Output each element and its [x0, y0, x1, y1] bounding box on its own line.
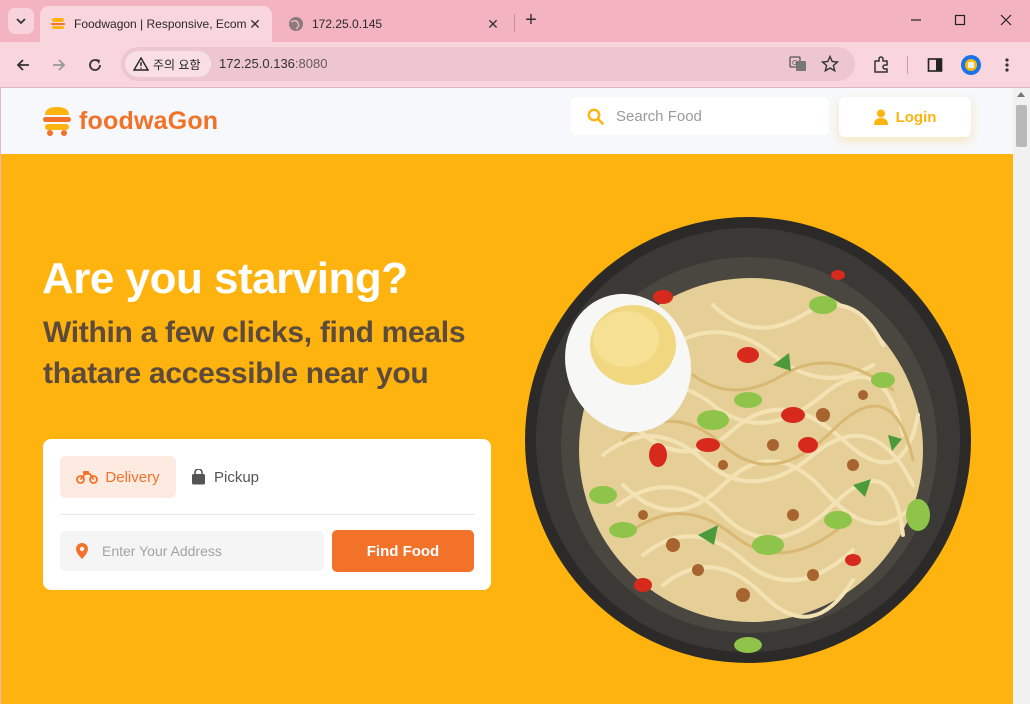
translate-button[interactable]: G	[789, 55, 807, 73]
food-search-box[interactable]	[571, 97, 829, 135]
delivery-tab-label: Delivery	[105, 468, 160, 486]
hero-title: Are you starving?	[42, 254, 408, 303]
maximize-button[interactable]	[946, 8, 974, 32]
browser-toolbar: 주의 요함 172.25.0.136:8080 G	[0, 42, 1030, 88]
new-tab-button[interactable]: +	[520, 10, 542, 32]
back-button[interactable]	[11, 53, 35, 77]
site-header: foodwaGon Login	[1, 88, 1013, 154]
chevron-down-icon	[16, 18, 26, 25]
login-button[interactable]: Login	[839, 97, 971, 137]
brand-logo[interactable]: foodwaGon	[42, 105, 218, 137]
shopping-bag-icon	[192, 469, 205, 485]
close-window-button[interactable]	[992, 8, 1020, 32]
address-input[interactable]	[102, 543, 312, 559]
url-host: 172.25.0.136	[219, 56, 295, 71]
minimize-icon	[911, 19, 921, 21]
hero-subtitle: Within a few clicks, find meals thatare …	[43, 316, 466, 390]
food-finder-card: Delivery Pickup Find Food	[43, 439, 491, 590]
scroll-thumb[interactable]	[1016, 105, 1027, 147]
reload-button[interactable]	[83, 53, 107, 77]
user-icon	[873, 109, 888, 125]
star-icon	[821, 55, 839, 73]
search-food-input[interactable]	[616, 107, 816, 125]
browser-menu-button[interactable]	[995, 53, 1019, 77]
address-field[interactable]	[60, 531, 324, 571]
foodwagon-favicon-icon	[51, 18, 65, 29]
security-warning-chip[interactable]: 주의 요함	[125, 51, 211, 77]
pickup-tab[interactable]: Pickup	[191, 456, 291, 498]
puzzle-icon	[874, 56, 888, 73]
page-viewport: foodwaGon Login Are you starving? Within…	[1, 88, 1013, 704]
avatar-icon	[961, 55, 981, 75]
address-bar[interactable]: 주의 요함 172.25.0.136:8080 G	[121, 47, 855, 81]
finder-divider	[60, 514, 474, 515]
brand-name: foodwaGon	[79, 106, 219, 135]
close-tab-icon[interactable]: ✕	[484, 15, 502, 33]
url-text[interactable]: 172.25.0.136:8080	[219, 56, 327, 71]
delivery-tab[interactable]: Delivery	[60, 456, 176, 498]
tab-search-button[interactable]	[8, 8, 34, 34]
warning-triangle-icon	[133, 57, 149, 71]
pickup-tab-label: Pickup	[214, 468, 260, 486]
url-port: :8080	[294, 56, 328, 71]
find-food-button[interactable]: Find Food	[332, 530, 474, 572]
noodle-bowl-illustration	[525, 217, 971, 663]
maximize-icon	[954, 14, 966, 26]
more-vertical-icon	[1005, 58, 1009, 72]
translate-icon: G	[789, 56, 806, 71]
location-pin-icon	[76, 543, 88, 559]
browser-tab-ip[interactable]: 172.25.0.145 ✕	[280, 6, 510, 42]
tab-separator	[514, 14, 515, 32]
side-panel-icon	[927, 58, 943, 72]
arrow-right-icon	[53, 59, 66, 71]
extensions-button[interactable]	[869, 53, 893, 77]
toolbar-separator	[907, 56, 908, 74]
search-icon	[587, 108, 604, 125]
profile-button[interactable]	[959, 53, 983, 77]
scroll-up-arrow-icon[interactable]	[1017, 92, 1025, 97]
minimize-button[interactable]	[902, 8, 930, 32]
security-warning-label: 주의 요함	[153, 57, 201, 72]
arrow-left-icon	[16, 59, 29, 71]
close-tab-icon[interactable]: ✕	[246, 15, 264, 33]
noodle-bowl-image	[523, 215, 973, 665]
globe-icon	[289, 17, 303, 31]
browser-tab-foodwagon[interactable]: Foodwagon | Responsive, Ecom ✕	[40, 6, 272, 42]
food-wagon-logo-icon	[43, 107, 71, 136]
page-scrollbar[interactable]	[1013, 88, 1030, 704]
close-icon	[1000, 14, 1012, 26]
forward-button[interactable]	[47, 53, 71, 77]
reload-icon	[89, 59, 101, 71]
tab-title: 172.25.0.145	[312, 17, 383, 31]
bookmark-button[interactable]	[821, 55, 839, 73]
svg-text:G: G	[792, 59, 797, 67]
login-label: Login	[895, 108, 937, 126]
side-panel-button[interactable]	[923, 53, 947, 77]
browser-tab-strip: Foodwagon | Responsive, Ecom ✕ 172.25.0.…	[0, 0, 1030, 42]
motorbike-icon	[76, 471, 99, 484]
tab-title: Foodwagon | Responsive, Ecom	[74, 17, 246, 31]
